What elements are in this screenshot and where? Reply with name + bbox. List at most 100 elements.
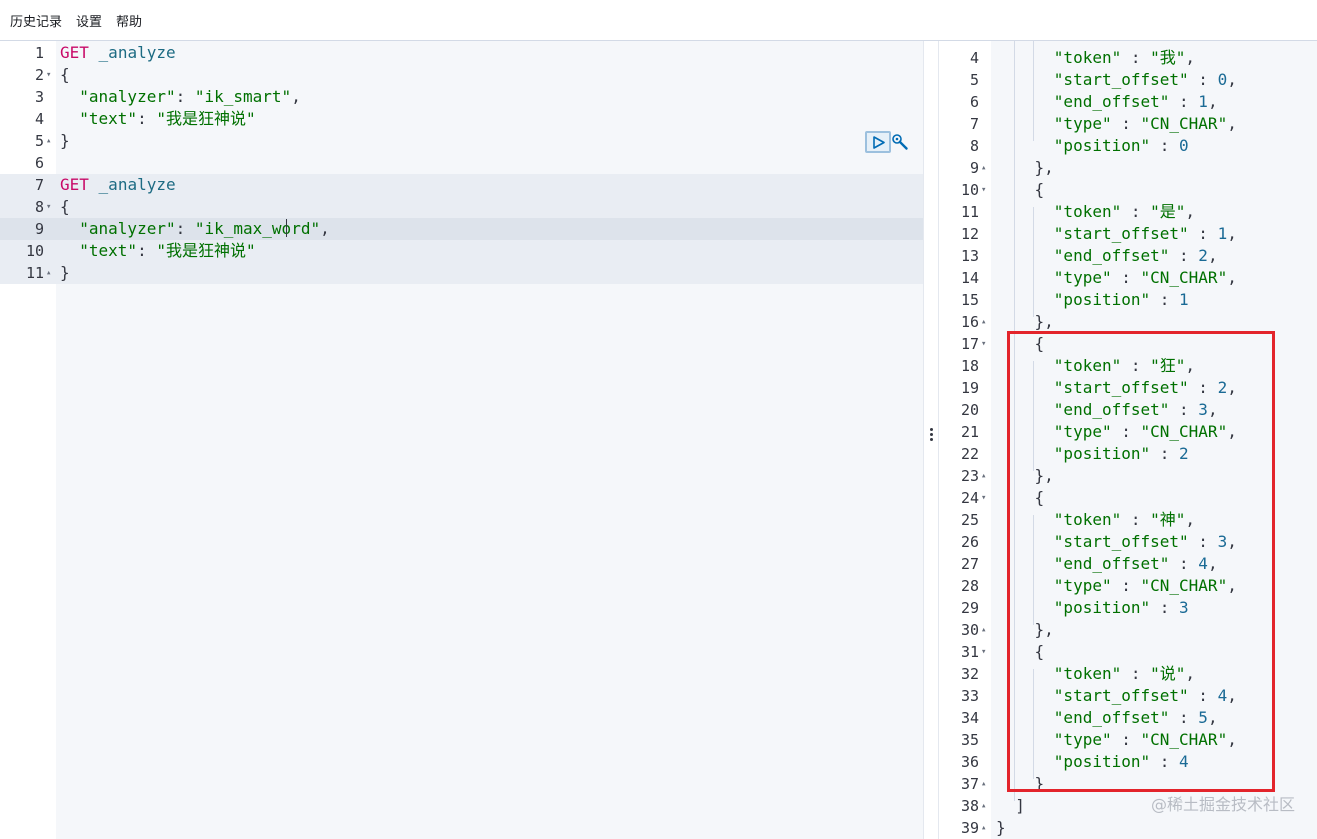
code-line[interactable]: 2 ▾ { [0, 64, 923, 86]
code-token: 2 [1198, 246, 1208, 265]
code-token: : [137, 241, 157, 260]
line-text: }, [996, 311, 1054, 333]
pane-splitter[interactable] [923, 41, 939, 839]
fold-arrow-up-icon[interactable]: ▴ [46, 262, 51, 284]
line-number: 39 [960, 819, 979, 837]
code-line: 7 "type" : "CN_CHAR", [939, 113, 1317, 135]
code-token: : [137, 109, 157, 128]
code-token: "text" [79, 241, 138, 260]
code-token: , [320, 219, 330, 238]
fold-arrow-up-icon[interactable]: ▴ [46, 130, 51, 152]
fold-arrow-up-icon[interactable]: ▴ [981, 311, 986, 333]
line-text: "token" : "我", [996, 47, 1195, 69]
code-line[interactable]: 9 "analyzer": "ik_max_word", [0, 218, 923, 240]
code-line[interactable]: 6 [0, 152, 923, 174]
code-token: , [291, 87, 301, 106]
fold-arrow-up-icon[interactable]: ▴ [981, 795, 986, 817]
code-line: 16 ▴ }, [939, 311, 1317, 333]
code-token: "我是狂神说" [156, 109, 256, 128]
line-text: "text": "我是狂神说" [60, 240, 255, 262]
run-request-button[interactable] [865, 131, 891, 153]
line-text: "type" : "CN_CHAR", [996, 267, 1237, 289]
code-token: "CN_CHAR" [1140, 114, 1228, 133]
code-token: 1 [1179, 290, 1189, 309]
code-token: "token" [1053, 202, 1122, 221]
line-number: 22 [960, 445, 979, 463]
code-token: : [1111, 268, 1141, 287]
line-number: 10 [25, 242, 44, 260]
vertical-dots-icon[interactable] [930, 428, 933, 442]
code-line[interactable]: 8 ▾ { [0, 196, 923, 218]
code-line[interactable]: 10 "text": "我是狂神说" [0, 240, 923, 262]
code-token: , [1227, 70, 1237, 89]
code-line: 12 "start_offset" : 1, [939, 223, 1317, 245]
line-number: 8 [969, 137, 979, 155]
line-number: 37 [960, 775, 979, 793]
menu-history[interactable]: 历史记录 [10, 11, 62, 30]
fold-arrow-down-icon[interactable]: ▾ [46, 64, 51, 86]
line-number: 13 [960, 247, 979, 265]
line-number: 21 [960, 423, 979, 441]
line-number: 31 [960, 643, 979, 661]
code-line[interactable]: 1 GET _analyze [0, 42, 923, 64]
menu-settings[interactable]: 设置 [76, 11, 102, 30]
code-token: , [1185, 48, 1196, 67]
code-token: : [175, 219, 195, 238]
code-token: "是" [1150, 202, 1186, 221]
code-token: : [1150, 136, 1180, 155]
fold-arrow-down-icon[interactable]: ▾ [46, 196, 51, 218]
code-token: "analyzer" [79, 219, 176, 238]
request-editor[interactable]: 1 GET _analyze 2 ▾{3 "analyzer": "ik_smart"… [0, 41, 923, 839]
fold-arrow-down-icon[interactable]: ▾ [981, 333, 986, 355]
fold-arrow-up-icon[interactable]: ▴ [981, 465, 986, 487]
fold-arrow-up-icon[interactable]: ▴ [981, 817, 986, 839]
line-number: 7 [969, 115, 979, 133]
code-line[interactable]: 3 "analyzer": "ik_smart", [0, 86, 923, 108]
code-token: }, [996, 312, 1054, 331]
line-number: 26 [960, 533, 979, 551]
watermark: @稀土掘金技术社区 [1150, 795, 1295, 814]
code-line[interactable]: 5 ▴} [0, 130, 923, 152]
code-token: : [175, 87, 195, 106]
line-number: 11 [25, 264, 44, 282]
line-number: 8 [34, 198, 44, 216]
line-text: } [60, 262, 70, 284]
wrench-icon[interactable] [891, 133, 909, 151]
fold-arrow-down-icon[interactable]: ▾ [981, 641, 986, 663]
code-token: "text" [79, 109, 138, 128]
fold-arrow-up-icon[interactable]: ▴ [981, 619, 986, 641]
line-text: "position" : 0 [996, 135, 1189, 157]
line-text: "end_offset" : 2, [996, 245, 1218, 267]
line-number: 9 [0, 218, 44, 240]
code-token: "ik_smart" [194, 87, 292, 106]
line-text: { [996, 179, 1045, 201]
fold-arrow-up-icon[interactable]: ▴ [981, 773, 986, 795]
line-text: ] [996, 795, 1025, 817]
line-number: 5 [969, 71, 979, 89]
line-number: 14 [960, 269, 979, 287]
code-line[interactable]: 11 ▴} [0, 262, 923, 284]
code-line[interactable]: 7 GET _analyze [0, 174, 923, 196]
code-token: : [1169, 92, 1199, 111]
annotation-highlight-box [1007, 331, 1275, 792]
fold-arrow-down-icon[interactable]: ▾ [981, 487, 986, 509]
code-token: "type" [1053, 268, 1112, 287]
code-line[interactable]: 4 "text": "我是狂神说" [0, 108, 923, 130]
fold-arrow-up-icon[interactable]: ▴ [981, 157, 986, 179]
code-token: : [1150, 290, 1180, 309]
code-token: "start_offset" [1053, 224, 1189, 243]
menu-help[interactable]: 帮助 [116, 11, 142, 30]
code-token: "type" [1053, 114, 1112, 133]
line-number: 7 [34, 176, 44, 194]
code-line: 5 "start_offset" : 0, [939, 69, 1317, 91]
fold-arrow-down-icon[interactable]: ▾ [981, 179, 986, 201]
